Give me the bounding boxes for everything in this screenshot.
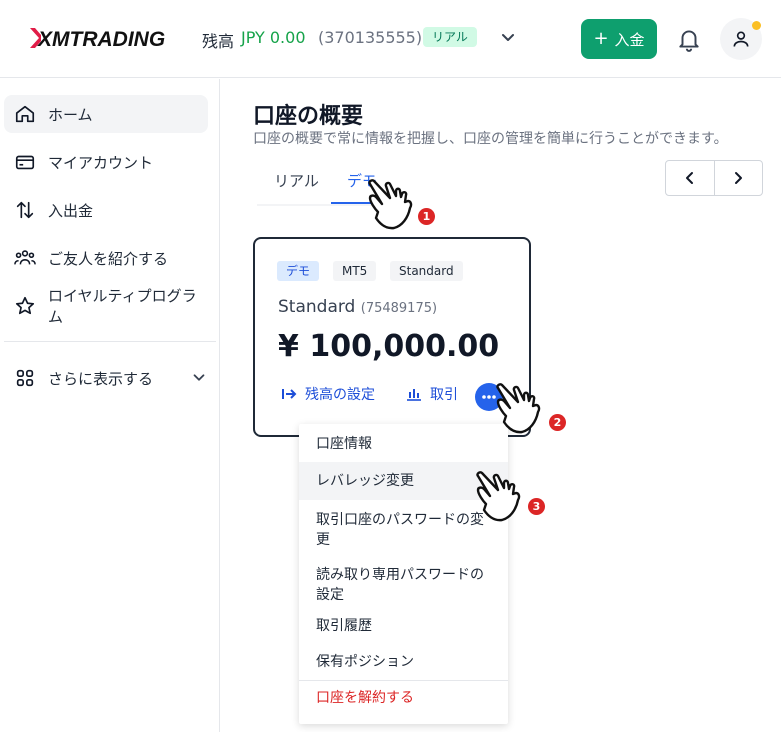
sidebar-item-label: ホーム: [48, 105, 93, 124]
notification-dot: [752, 21, 761, 30]
deposit-label: 入金: [614, 30, 645, 49]
trade-link[interactable]: 取引: [406, 384, 458, 404]
xm-logo[interactable]: XMTRADING: [30, 24, 175, 52]
pager-next-button[interactable]: [713, 161, 762, 195]
chevron-down-icon[interactable]: [190, 369, 208, 387]
sidebar: ホーム マイアカウント 入出金 ご友人を紹介する ロイヤルティプログラム さらに…: [0, 79, 220, 732]
trade-label: 取引: [430, 387, 458, 403]
menu-item-open-positions[interactable]: 保有ポジション: [299, 652, 508, 672]
menu-item-close-account[interactable]: 口座を解約する: [299, 688, 508, 708]
step-marker-2: 2: [549, 414, 566, 431]
pointing-hand-icon: [496, 383, 541, 434]
page-title: 口座の概要: [253, 104, 364, 129]
logo-text: XMTRADING: [37, 28, 165, 51]
sidebar-divider: [4, 341, 216, 342]
account-type-badge: リアル: [423, 27, 477, 47]
step-marker-1: 1: [418, 208, 435, 225]
sidebar-item-label: 入出金: [48, 201, 94, 220]
balance-setting-link[interactable]: 残高の設定: [281, 384, 375, 404]
sidebar-item-loyalty-program[interactable]: ロイヤルティプログラム: [4, 287, 208, 326]
home-icon: [15, 105, 35, 123]
user-icon: [733, 31, 749, 47]
sidebar-item-label: ロイヤルティプログラム: [48, 287, 197, 326]
pointing-hand-icon: [368, 179, 413, 230]
candlestick-icon: [407, 389, 421, 401]
step-marker-3: 3: [528, 498, 545, 515]
balance-setting-label: 残高の設定: [305, 387, 375, 403]
arrow-to-bar-icon: [282, 389, 297, 399]
sidebar-item-my-account[interactable]: マイアカウント: [4, 143, 208, 181]
star-icon: [15, 296, 35, 315]
sidebar-item-refer-friend[interactable]: ご友人を紹介する: [4, 239, 208, 277]
account-name: Standard (75489175): [278, 297, 437, 317]
demo-chip: デモ: [277, 261, 320, 281]
page-description: 口座の概要で常に情報を把握し、口座の管理を簡単に行うことができます。: [253, 131, 728, 147]
account-balance: ¥ 100,000.00: [278, 329, 500, 364]
sidebar-item-label: ご友人を紹介する: [48, 249, 169, 268]
platform-chip: MT5: [333, 261, 377, 281]
sidebar-item-home[interactable]: ホーム: [4, 95, 208, 133]
bell-icon[interactable]: [676, 26, 702, 52]
chevron-left-icon: [685, 172, 693, 184]
menu-divider: [299, 680, 508, 681]
menu-item-readonly-password[interactable]: 読み取り専用パスワードの設定: [299, 565, 508, 605]
sidebar-item-label: マイアカウント: [48, 153, 154, 172]
pointing-hand-icon: [476, 471, 521, 522]
menu-item-trade-history[interactable]: 取引履歴: [299, 616, 508, 636]
account-number: (370135555): [318, 28, 423, 47]
people-icon: [14, 250, 36, 265]
card-pager: [665, 160, 763, 196]
deposit-button[interactable]: + 入金: [581, 19, 657, 59]
account-id: (75489175): [360, 301, 438, 316]
sidebar-item-deposit-withdraw[interactable]: 入出金: [4, 191, 208, 229]
account-type-chip: Standard: [390, 261, 463, 281]
chevron-down-icon[interactable]: [498, 28, 518, 48]
tab-real[interactable]: リアル: [274, 170, 319, 191]
account-name-text: Standard: [278, 297, 356, 317]
balance-label: 残高: [202, 32, 235, 51]
card-icon: [15, 155, 35, 170]
menu-item-account-info[interactable]: 口座情報: [299, 434, 508, 454]
sidebar-item-show-more[interactable]: さらに表示する: [4, 359, 208, 397]
account-card[interactable]: デモ MT5 Standard Standard (75489175) ¥ 10…: [253, 237, 531, 437]
plus-icon: +: [593, 28, 609, 49]
sidebar-item-label: さらに表示する: [48, 369, 154, 388]
chevron-right-icon: [735, 172, 743, 184]
grid-icon: [16, 369, 34, 387]
balance-value: JPY 0.00: [241, 28, 306, 47]
pager-prev-button[interactable]: [666, 161, 714, 195]
top-header: XMTRADING 残高 JPY 0.00 (370135555) リアル + …: [0, 0, 781, 78]
transfer-icon: [16, 201, 34, 219]
